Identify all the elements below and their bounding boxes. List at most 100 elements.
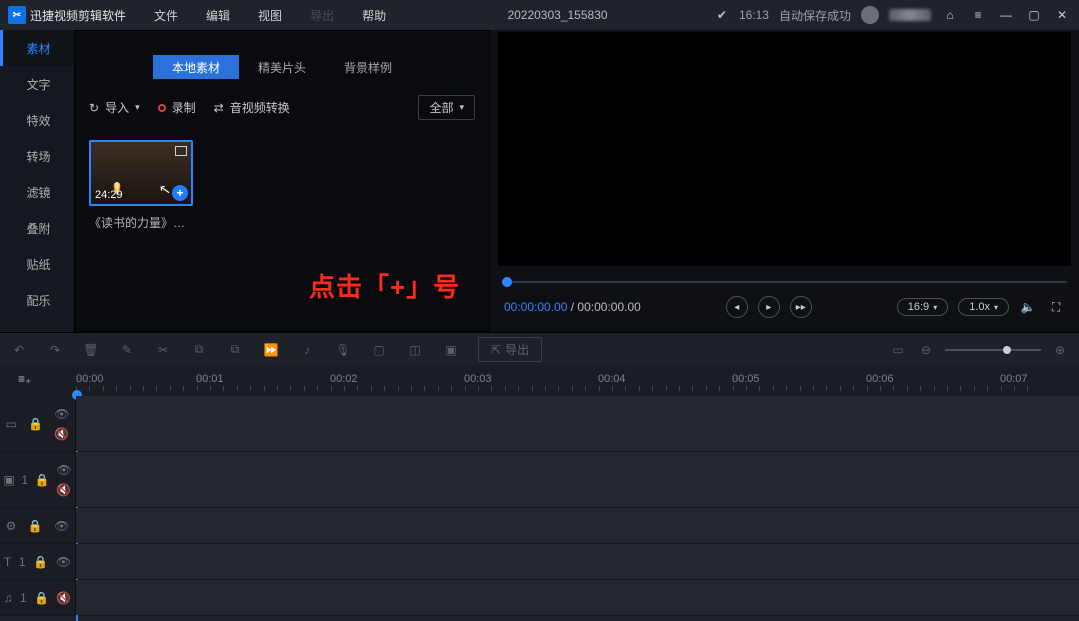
speed-icon[interactable]: ⏩ [262,343,280,357]
username-blurred [889,9,931,21]
tag-icon[interactable]: ▢ [370,343,388,357]
sidebar-item-transition[interactable]: 转场 [0,138,74,174]
convert-button[interactable]: ⇄音视频转换 [214,99,290,116]
mute-icon[interactable]: 🔇 [56,591,71,605]
mic-icon[interactable]: 🎙 [334,343,352,357]
time-total: 00:00:00.00 [577,300,640,314]
export-button[interactable]: ⇱导出 [478,337,542,362]
music-icon: ♫ [4,591,13,605]
volume-icon[interactable]: 🔈 [1019,300,1037,314]
time-current: 00:00:00.00 [504,300,567,314]
delete-icon[interactable]: 🗑 [82,343,100,357]
scrub-handle[interactable] [502,277,512,287]
sidebar-item-text[interactable]: 文字 [0,66,74,102]
fit-icon[interactable]: ▭ [889,343,907,357]
menu-help[interactable]: 帮助 [350,7,398,24]
menu-icon[interactable]: ≡ [969,8,987,22]
track-pip: ▣1 🔒 👁🔇 [0,452,1079,508]
lock-icon[interactable]: 🔒 [28,417,43,431]
add-to-timeline-button[interactable]: + [172,185,188,201]
track-menu-icon[interactable]: ≡₊ [18,372,46,386]
track-head: T1🔒👁 [0,544,76,579]
eye-icon[interactable]: 👁 [56,555,71,569]
lock-icon[interactable]: 🔒 [35,473,50,487]
record-icon [158,104,166,112]
prev-frame-button[interactable]: ◂ [726,296,748,318]
zoom-slider[interactable] [945,349,1041,351]
mute-icon[interactable]: 🔇 [56,483,71,497]
zoom-handle[interactable] [1003,346,1011,354]
tab-beautiful[interactable]: 精美片头 [239,55,325,79]
sidebar-item-filter[interactable]: 滤镜 [0,174,74,210]
edit-icon[interactable]: ✎ [118,343,136,357]
preview-pane: 00:00:00.00 / 00:00:00.00 ◂ ▸ ▸▸ 16:9▾ 1… [490,30,1079,332]
speed-dropdown[interactable]: 1.0x▾ [958,298,1009,316]
ruler-mark: 00:01 [196,373,224,385]
aspect-dropdown[interactable]: 16:9▾ [897,298,948,316]
duration-label: 24:29 [95,189,123,201]
chevron-down-icon: ▾ [933,303,937,312]
track-head: ⚙🔒👁 [0,508,76,543]
record-label: 录制 [172,99,196,116]
track-head: ♫ 1 🔒 🔇 [0,580,76,615]
sidebar-item-sticker[interactable]: 贴纸 [0,246,74,282]
track-video: ▭ 🔒 👁🔇 [0,396,1079,452]
volume-icon[interactable]: ♪ [298,343,316,357]
sidebar-item-music[interactable]: 配乐 [0,282,74,318]
mute-icon[interactable]: 🔇 [54,427,69,441]
autosave-time: 16:13 [739,8,769,22]
track-head: ▭ 🔒 👁🔇 [0,396,76,451]
sidebar-item-material[interactable]: 素材 [0,30,74,66]
video-preview[interactable] [498,32,1071,266]
lock-icon[interactable]: 🔒 [33,555,48,569]
timeline-ruler[interactable]: ≡₊ 00:00 00:01 00:02 00:03 00:04 00:05 0… [0,366,1079,396]
track-body[interactable] [76,580,1079,615]
app-logo: ✂ [8,6,26,24]
record-button[interactable]: 录制 [158,99,196,116]
lock-icon[interactable]: 🔒 [34,591,49,605]
copy-icon[interactable]: ⧉ [226,342,244,357]
crop-icon[interactable]: ⧉ [190,342,208,357]
reload-icon: ↻ [89,101,99,115]
maximize-icon[interactable]: ▢ [1025,8,1043,22]
thumbnail-title: 《读书的力量》国... [89,214,193,231]
cursor-icon: ↖ [158,180,173,199]
avatar[interactable] [861,6,879,24]
tab-bgsample[interactable]: 背景样例 [325,55,411,79]
minimize-icon[interactable]: — [997,8,1015,22]
eye-icon[interactable]: 👁 [56,463,71,477]
sidebar-item-effect[interactable]: 特效 [0,102,74,138]
menu-file[interactable]: 文件 [142,7,190,24]
zoom-in-icon[interactable]: ⊕ [1051,343,1069,357]
zoom-out-icon[interactable]: ⊖ [917,343,935,357]
home-icon[interactable]: ⌂ [941,8,959,22]
track-body[interactable] [76,544,1079,579]
undo-icon[interactable]: ↶ [10,343,28,357]
close-icon[interactable]: ✕ [1053,8,1071,22]
track-body[interactable] [76,396,1079,451]
import-button[interactable]: ↻导入▾ [89,99,140,116]
pip-icon[interactable]: ▣ [442,343,460,357]
redo-icon[interactable]: ↷ [46,343,64,357]
play-button[interactable]: ▸ [758,296,780,318]
menu-edit[interactable]: 编辑 [194,7,242,24]
track-number: 1 [20,591,27,605]
autosave-label: 自动保存成功 [779,7,851,24]
sidebar-item-overlay[interactable]: 叠附 [0,210,74,246]
scrubber[interactable] [502,274,1067,290]
eye-icon[interactable]: 👁 [54,407,69,421]
convert-label: 音视频转换 [230,99,290,116]
tab-local[interactable]: 本地素材 [153,55,239,79]
track-body[interactable] [76,452,1079,507]
eye-icon[interactable]: 👁 [54,519,69,533]
cut-icon[interactable]: ✂ [154,343,172,357]
annotation-hint: 点击「+」号 [309,267,460,304]
fullscreen-icon[interactable]: ⛶ [1047,300,1065,315]
filter-dropdown[interactable]: 全部▾ [418,95,475,120]
media-thumbnail[interactable]: 24:29 ↖ + [89,140,193,206]
lock-icon[interactable]: 🔒 [28,519,43,533]
overlay-icon[interactable]: ◫ [406,343,424,357]
track-body[interactable] [76,508,1079,543]
next-frame-button[interactable]: ▸▸ [790,296,812,318]
menu-view[interactable]: 视图 [246,7,294,24]
